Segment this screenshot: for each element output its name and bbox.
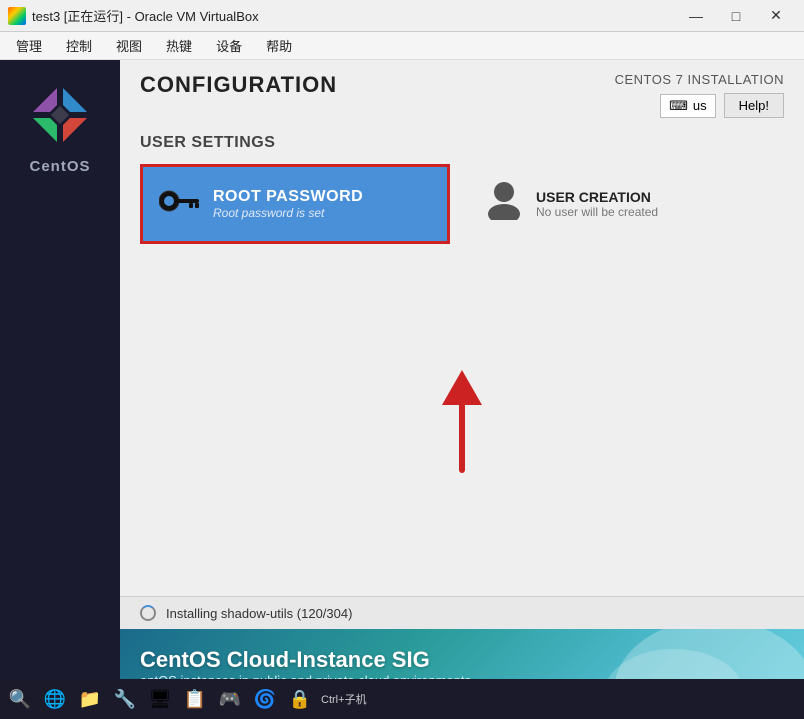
menu-manage[interactable]: 管理 — [4, 32, 54, 59]
menu-view[interactable]: 视图 — [104, 32, 154, 59]
taskbar-icon-7[interactable]: 🌀 — [249, 683, 281, 715]
help-button[interactable]: Help! — [724, 93, 784, 118]
taskbar-icon-6[interactable]: 🎮 — [214, 683, 246, 715]
taskbar-icon-1[interactable]: 🌐 — [39, 683, 71, 715]
root-password-title: ROOT PASSWORD — [213, 188, 363, 206]
user-creation-card[interactable]: USER CREATION No user will be created — [470, 164, 750, 244]
centos-logo — [25, 80, 95, 150]
taskbar-icon-8[interactable]: 🔒 — [284, 683, 316, 715]
menu-hotkey[interactable]: 热键 — [154, 32, 204, 59]
titlebar: test3 [正在运行] - Oracle VM VirtualBox — □ … — [0, 0, 804, 32]
menu-control[interactable]: 控制 — [54, 32, 104, 59]
root-password-card[interactable]: ROOT PASSWORD Root password is set — [140, 164, 450, 244]
close-button[interactable]: ✕ — [756, 1, 796, 31]
lang-help-row: ⌨ us Help! — [660, 93, 784, 118]
taskbar-icon-4[interactable]: 🖥 — [144, 683, 176, 715]
maximize-button[interactable]: □ — [716, 1, 756, 31]
sidebar: CentOS — [0, 60, 120, 719]
vm-area: CentOS CONFIGURATION CENTOS 7 INSTALLATI… — [0, 60, 804, 719]
taskbar-icon-3[interactable]: 🔧 — [109, 683, 141, 715]
root-password-text: ROOT PASSWORD Root password is set — [213, 188, 363, 220]
content-area: CONFIGURATION CENTOS 7 INSTALLATION ⌨ us… — [120, 60, 804, 719]
cards-area: ROOT PASSWORD Root password is set USER … — [120, 164, 804, 244]
menubar: 管理 控制 视图 热键 设备 帮助 — [0, 32, 804, 60]
user-icon — [486, 180, 522, 229]
user-creation-text: USER CREATION No user will be created — [536, 189, 658, 219]
language-selector[interactable]: ⌨ us — [660, 94, 716, 118]
config-title: CONFIGURATION — [140, 72, 337, 98]
centos-label: CentOS — [29, 158, 90, 175]
taskbar: 🔍 🌐 📁 🔧 🖥 📋 🎮 🌀 🔒 Ctrl+子机 — [0, 679, 804, 719]
user-creation-subtitle: No user will be created — [536, 205, 658, 219]
taskbar-label: Ctrl+子机 — [321, 691, 367, 707]
root-password-subtitle: Root password is set — [213, 206, 363, 220]
user-creation-title: USER CREATION — [536, 189, 658, 205]
progress-spinner — [140, 605, 156, 621]
window-title: test3 [正在运行] - Oracle VM VirtualBox — [32, 6, 676, 25]
keyboard-icon: ⌨ — [669, 98, 688, 114]
menu-help[interactable]: 帮助 — [254, 32, 304, 59]
key-icon — [159, 186, 199, 223]
taskbar-icon-5[interactable]: 📋 — [179, 683, 211, 715]
lang-value: us — [693, 98, 707, 113]
app-icon — [8, 7, 26, 25]
progress-text: Installing shadow-utils (120/304) — [166, 606, 352, 621]
progress-area: Installing shadow-utils (120/304) — [120, 596, 804, 629]
window-controls: — □ ✕ — [676, 1, 796, 31]
installation-title: CENTOS 7 INSTALLATION — [615, 72, 784, 87]
minimize-button[interactable]: — — [676, 1, 716, 31]
taskbar-icon-0[interactable]: 🔍 — [4, 683, 36, 715]
menu-device[interactable]: 设备 — [204, 32, 254, 59]
arrow-area — [120, 244, 804, 596]
taskbar-icon-2[interactable]: 📁 — [74, 683, 106, 715]
content-topbar: CONFIGURATION CENTOS 7 INSTALLATION ⌨ us… — [120, 60, 804, 126]
user-settings-title: USER SETTINGS — [120, 126, 804, 164]
installation-info: CENTOS 7 INSTALLATION ⌨ us Help! — [615, 72, 784, 118]
up-arrow — [432, 360, 492, 480]
